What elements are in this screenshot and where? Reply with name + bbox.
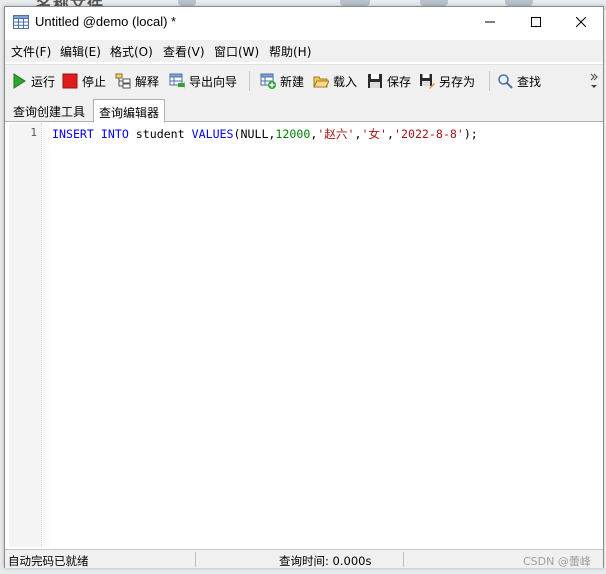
status-divider [195, 552, 196, 567]
status-query-time: 查询时间: 0.000s [279, 554, 372, 568]
comma: , [387, 127, 394, 141]
magnifier-icon [498, 74, 513, 89]
minimize-icon [485, 21, 495, 23]
menu-file[interactable]: 文件(F) [11, 43, 51, 60]
status-autocomplete: 自动完码已就绪 [8, 554, 89, 568]
stop-button[interactable]: 停止 [62, 70, 106, 92]
find-label: 查找 [517, 74, 542, 89]
stop-icon [62, 73, 78, 89]
menu-window[interactable]: 窗口(W) [214, 43, 259, 60]
save-as-icon [420, 74, 435, 89]
fold-margin [41, 123, 49, 547]
new-label: 新建 [280, 74, 305, 89]
export-wizard-label: 导出向导 [189, 74, 238, 89]
status-bar: 自动完码已就绪 查询时间: 0.000s CSDN @蕾峰 [5, 549, 603, 568]
query-window: Untitled @demo (local) * 文件(F) 编辑(E) 格式(… [4, 6, 604, 568]
menu-help[interactable]: 帮助(H) [269, 43, 311, 60]
save-as-label: 另存为 [439, 74, 476, 89]
keyword-values: VALUES [191, 127, 234, 141]
sql-editor[interactable]: 1 INSERT INTO student VALUES(NULL,12000,… [9, 123, 599, 547]
explain-label: 解释 [135, 74, 160, 89]
explain-button[interactable]: 解释 [115, 70, 159, 92]
keyword-into: INTO [100, 127, 129, 141]
title-bar[interactable]: Untitled @demo (local) * [5, 7, 603, 38]
toolbar-separator [489, 71, 490, 91]
args-open: (NULL, [233, 127, 276, 141]
toolbar-overflow-icon[interactable] [588, 69, 600, 93]
maximize-icon [531, 17, 541, 27]
load-button[interactable]: 载入 [313, 70, 357, 92]
play-icon [13, 73, 26, 89]
explain-icon [115, 73, 131, 89]
stop-label: 停止 [82, 74, 107, 89]
new-button[interactable]: 新建 [260, 70, 304, 92]
table-grid-icon [13, 15, 29, 29]
tab-query-editor[interactable]: 查询编辑器 [93, 99, 166, 123]
menu-view[interactable]: 查看(V) [163, 43, 205, 60]
string-literal-date: '2022-8-8' [394, 127, 464, 141]
run-button[interactable]: 运行 [11, 70, 55, 92]
tab-query-builder[interactable]: 查询创建工具 [8, 99, 90, 122]
close-icon [576, 17, 586, 27]
string-literal-name: '赵六' [317, 127, 355, 141]
maximize-button[interactable] [513, 7, 559, 37]
menu-format[interactable]: 格式(O) [110, 43, 153, 60]
keyword-insert: INSERT [52, 127, 94, 141]
window-title: Untitled @demo (local) * [35, 14, 177, 29]
string-literal-gender: '女' [361, 127, 388, 141]
save-button[interactable]: 保存 [367, 70, 411, 92]
find-button[interactable]: 查找 [497, 70, 541, 92]
save-as-button[interactable]: 另存为 [419, 70, 475, 92]
table-name: student [135, 127, 185, 141]
run-label: 运行 [31, 74, 56, 89]
toolbar-separator [249, 71, 250, 91]
load-label: 载入 [333, 74, 358, 89]
new-query-icon [260, 73, 276, 89]
export-wizard-button[interactable]: 导出向导 [169, 70, 237, 92]
export-wizard-icon [169, 73, 185, 89]
toolbar: 运行 停止 解释 导出向导 新建 载入 保存 另存为 查找 [5, 64, 603, 96]
menu-bar: 文件(F) 编辑(E) 格式(O) 查看(V) 窗口(W) 帮助(H) [5, 40, 603, 62]
line-number: 1 [30, 126, 37, 139]
watermark-text: CSDN @蕾峰 [523, 555, 591, 568]
editor-tabs: 查询创建工具 查询编辑器 [5, 96, 603, 123]
save-icon [368, 74, 382, 88]
folder-open-icon [313, 76, 329, 88]
close-button[interactable] [558, 7, 604, 37]
code-line[interactable]: INSERT INTO student VALUES(NULL,12000, '赵… [52, 126, 478, 142]
statement-close: ); [463, 127, 478, 141]
number-literal: 12000 [275, 127, 311, 141]
minimize-button[interactable] [467, 7, 513, 37]
status-divider [403, 552, 404, 567]
menu-edit[interactable]: 编辑(E) [60, 43, 101, 60]
save-label: 保存 [387, 74, 412, 89]
